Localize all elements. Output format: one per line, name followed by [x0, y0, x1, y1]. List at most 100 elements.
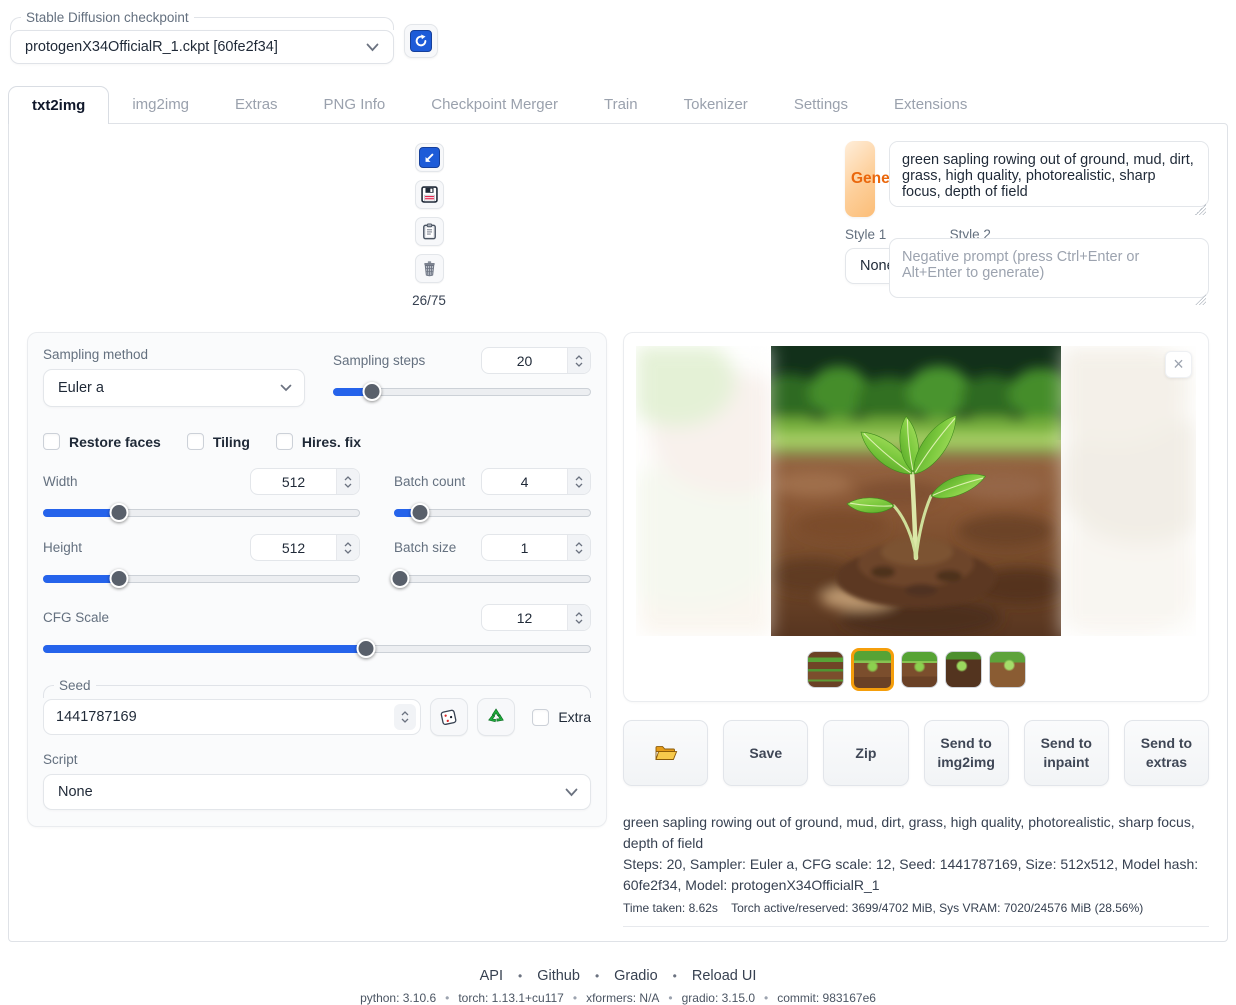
- info-performance: Time taken: 8.62s Torch active/reserved:…: [623, 899, 1209, 917]
- width-number: [250, 468, 360, 495]
- zip-button[interactable]: Zip: [823, 720, 908, 786]
- generate-button[interactable]: Generate: [845, 141, 875, 217]
- tiling-checkbox[interactable]: Tiling: [187, 433, 250, 450]
- recycle-icon: [486, 707, 506, 727]
- restore-faces-label: Restore faces: [69, 434, 161, 450]
- bullet-separator: •: [595, 969, 599, 983]
- gradio-link[interactable]: Gradio: [614, 968, 658, 984]
- stepper-arrows[interactable]: [567, 535, 590, 560]
- gallery-thumbnails: [636, 647, 1196, 691]
- reuse-seed-button[interactable]: [477, 698, 515, 736]
- info-prompt: green sapling rowing out of ground, mud,…: [623, 812, 1209, 854]
- batch-count-input[interactable]: [482, 469, 567, 494]
- sampling-method-label: Sampling method: [43, 347, 305, 362]
- prompt-tools: 26/75: [27, 141, 831, 308]
- thumbnail-3[interactable]: [901, 651, 938, 688]
- batch-size-group: Batch size: [394, 534, 591, 588]
- gallery-blur-right: [1061, 346, 1196, 636]
- send-to-inpaint-button[interactable]: Send to inpaint: [1024, 720, 1109, 786]
- tab-extras[interactable]: Extras: [212, 86, 301, 123]
- generated-image[interactable]: [771, 346, 1061, 636]
- main-tabs: txt2img img2img Extras PNG Info Checkpoi…: [8, 86, 1228, 123]
- clear-prompt-button[interactable]: [415, 254, 444, 283]
- hires-fix-checkbox[interactable]: Hires. fix: [276, 433, 361, 450]
- reload-ui-link[interactable]: Reload UI: [692, 968, 756, 984]
- info-params: Steps: 20, Sampler: Euler a, CFG scale: …: [623, 854, 1209, 896]
- resize-grip[interactable]: [1195, 204, 1206, 215]
- tab-train[interactable]: Train: [581, 86, 661, 123]
- batch-size-input[interactable]: [482, 535, 567, 560]
- negative-prompt-input[interactable]: [889, 238, 1209, 298]
- tab-png-info[interactable]: PNG Info: [301, 86, 409, 123]
- xformers-version: xformers: N/A: [586, 991, 659, 1005]
- sampling-steps-slider[interactable]: [333, 382, 591, 401]
- random-seed-button[interactable]: [430, 698, 468, 736]
- save-button[interactable]: Save: [723, 720, 808, 786]
- tab-extensions[interactable]: Extensions: [871, 86, 990, 123]
- read-generation-params-button[interactable]: [415, 143, 444, 172]
- tab-img2img[interactable]: img2img: [109, 86, 212, 123]
- script-label: Script: [43, 752, 591, 767]
- refresh-icon: [410, 30, 432, 52]
- floppy-disk-icon: [421, 186, 438, 203]
- resize-grip[interactable]: [1195, 294, 1206, 305]
- batch-count-group: Batch count: [394, 468, 591, 522]
- stepper-arrows[interactable]: [567, 605, 590, 630]
- checkpoint-label: Stable Diffusion checkpoint: [21, 10, 194, 25]
- arrow-down-left-icon: [419, 147, 440, 168]
- app-root: Stable Diffusion checkpoint protogenX34O…: [0, 0, 1236, 1005]
- results-column: ×: [623, 332, 1209, 927]
- tab-tokenizer[interactable]: Tokenizer: [661, 86, 771, 123]
- checkpoint-dropdown[interactable]: protogenX34OfficialR_1.ckpt [60fe2f34]: [10, 30, 394, 64]
- send-to-extras-button[interactable]: Send to extras: [1124, 720, 1209, 786]
- batch-count-slider[interactable]: [394, 503, 591, 522]
- sampling-steps-input[interactable]: [482, 348, 567, 373]
- checkbox-box: [43, 433, 60, 450]
- stepper-arrows[interactable]: [336, 535, 359, 560]
- settings-panel: Sampling method Euler a Sampling steps: [27, 332, 607, 827]
- stepper-arrows[interactable]: [336, 469, 359, 494]
- tab-txt2img[interactable]: txt2img: [8, 86, 109, 124]
- apply-style-button[interactable]: [415, 217, 444, 246]
- height-group: Height: [43, 534, 360, 588]
- stepper-arrows[interactable]: [394, 704, 416, 730]
- thumbnail-5[interactable]: [989, 651, 1026, 688]
- send-to-img2img-button[interactable]: Send to img2img: [924, 720, 1009, 786]
- checkpoint-row: Stable Diffusion checkpoint protogenX34O…: [10, 10, 1228, 64]
- height-slider[interactable]: [43, 569, 360, 588]
- refresh-checkpoint-button[interactable]: [404, 24, 438, 58]
- tab-settings[interactable]: Settings: [771, 86, 871, 123]
- width-slider[interactable]: [43, 503, 360, 522]
- prompt-input[interactable]: green sapling rowing out of ground, mud,…: [889, 141, 1209, 207]
- api-link[interactable]: API: [480, 968, 503, 984]
- width-input[interactable]: [251, 469, 336, 494]
- info-time-taken: Time taken: 8.62s: [623, 901, 718, 915]
- close-gallery-button[interactable]: ×: [1165, 351, 1192, 378]
- seed-input[interactable]: [44, 700, 394, 734]
- styles-row: Style 1 None Style 2 None: [845, 227, 875, 284]
- gallery-viewport: [636, 346, 1196, 636]
- thumbnail-2-selected[interactable]: [851, 648, 894, 691]
- bullet-separator: •: [668, 991, 672, 1005]
- save-style-button[interactable]: [415, 180, 444, 209]
- extra-seed-checkbox[interactable]: Extra: [532, 709, 591, 726]
- chevron-down-icon: [565, 788, 578, 797]
- batch-size-slider[interactable]: [394, 569, 591, 588]
- stepper-arrows[interactable]: [567, 469, 590, 494]
- cfg-input[interactable]: [482, 605, 567, 630]
- thumbnail-1[interactable]: [807, 651, 844, 688]
- restore-faces-checkbox[interactable]: Restore faces: [43, 433, 161, 450]
- clipboard-icon: [421, 223, 438, 240]
- thumbnail-4[interactable]: [945, 651, 982, 688]
- sampling-steps-group: Sampling steps: [333, 347, 591, 407]
- open-folder-button[interactable]: [623, 720, 708, 786]
- stepper-arrows[interactable]: [567, 348, 590, 373]
- cfg-slider[interactable]: [43, 639, 591, 658]
- seed-row: Extra: [43, 698, 591, 736]
- tab-checkpoint-merger[interactable]: Checkpoint Merger: [408, 86, 581, 123]
- github-link[interactable]: Github: [537, 968, 580, 984]
- bullet-separator: •: [445, 991, 449, 1005]
- sampling-method-dropdown[interactable]: Euler a: [43, 369, 305, 407]
- height-input[interactable]: [251, 535, 336, 560]
- script-dropdown[interactable]: None: [43, 774, 591, 810]
